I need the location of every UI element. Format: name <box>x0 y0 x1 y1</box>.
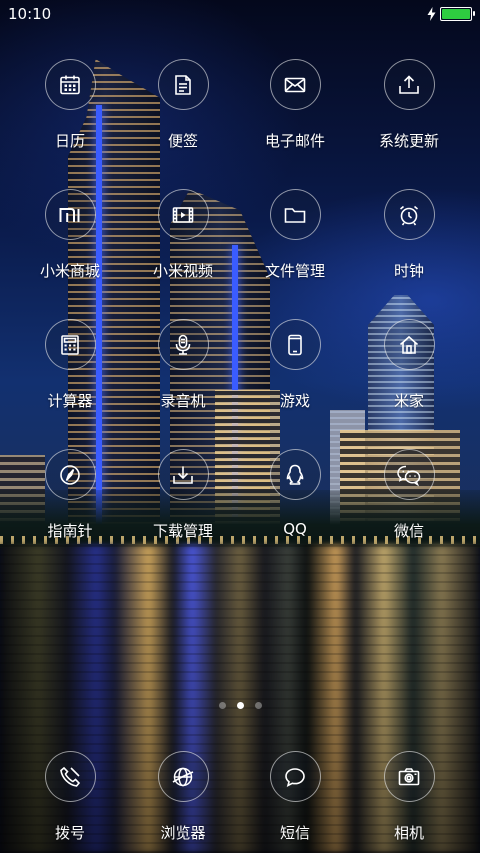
app-label: 时钟 <box>393 262 424 280</box>
app-label: 小米商城 <box>39 262 100 280</box>
app-wechat[interactable]: 微信 <box>354 449 464 553</box>
battery-icon <box>440 7 475 21</box>
app-label: 下载管理 <box>152 522 213 540</box>
app-label: 电子邮件 <box>264 132 325 150</box>
app-games[interactable]: 游戏 <box>240 319 350 423</box>
app-label: 便签 <box>167 132 198 150</box>
message-icon <box>269 751 321 802</box>
app-mi-home[interactable]: 米家 <box>354 319 464 423</box>
app-label: QQ <box>283 520 307 538</box>
wechat-icon <box>383 449 435 500</box>
app-system-update[interactable]: 系统更新 <box>354 59 464 163</box>
status-indicators <box>427 7 475 21</box>
app-download-manager[interactable]: 下载管理 <box>128 449 238 553</box>
home-icon <box>383 319 435 370</box>
page-dot <box>254 702 262 709</box>
page-dot-current <box>236 702 244 709</box>
microphone-icon <box>157 319 209 370</box>
app-label: 计算器 <box>47 392 93 410</box>
app-label: 文件管理 <box>264 262 325 280</box>
page-indicator <box>0 702 480 709</box>
qq-penguin-icon <box>269 449 321 500</box>
dock-camera[interactable]: 相机 <box>354 751 464 853</box>
app-label: 米家 <box>393 392 424 410</box>
mi-store-icon <box>44 189 96 240</box>
app-file-manager[interactable]: 文件管理 <box>240 189 350 293</box>
status-time: 10:10 <box>8 5 52 23</box>
game-phone-icon <box>269 319 321 370</box>
charging-bolt-icon <box>427 7 436 21</box>
app-label: 指南针 <box>47 522 93 540</box>
app-mi-video[interactable]: 小米视频 <box>128 189 238 293</box>
system-update-icon <box>383 59 435 110</box>
app-email[interactable]: 电子邮件 <box>240 59 350 163</box>
app-calculator[interactable]: 计算器 <box>15 319 125 423</box>
app-label: 游戏 <box>279 392 310 410</box>
calculator-icon <box>44 319 96 370</box>
app-label: 小米视频 <box>152 262 213 280</box>
calendar-icon <box>44 59 96 110</box>
phone-icon <box>44 751 96 802</box>
notes-icon <box>157 59 209 110</box>
download-icon <box>157 449 209 500</box>
app-notes[interactable]: 便签 <box>128 59 238 163</box>
app-label: 拨号 <box>54 824 85 842</box>
app-label: 系统更新 <box>378 132 439 150</box>
alarm-clock-icon <box>383 189 435 240</box>
app-mi-store[interactable]: 小米商城 <box>15 189 125 293</box>
app-label: 短信 <box>279 824 310 842</box>
camera-icon <box>383 751 435 802</box>
browser-globe-icon <box>157 751 209 802</box>
app-label: 录音机 <box>160 392 206 410</box>
page-dot <box>218 702 226 709</box>
app-compass[interactable]: 指南针 <box>15 449 125 553</box>
app-label: 相机 <box>393 824 424 842</box>
app-label: 微信 <box>393 522 424 540</box>
dock-browser[interactable]: 浏览器 <box>128 751 238 853</box>
battery-fill <box>442 9 470 19</box>
folder-icon <box>269 189 321 240</box>
app-qq[interactable]: QQ <box>240 449 350 553</box>
status-bar: 10:10 <box>0 0 480 28</box>
dock-phone[interactable]: 拨号 <box>15 751 125 853</box>
app-calendar[interactable]: 日历 <box>15 59 125 163</box>
app-clock[interactable]: 时钟 <box>354 189 464 293</box>
compass-icon <box>44 449 96 500</box>
dock-messages[interactable]: 短信 <box>240 751 350 853</box>
video-icon <box>157 189 209 240</box>
email-icon <box>269 59 321 110</box>
app-label: 日历 <box>54 132 85 150</box>
app-recorder[interactable]: 录音机 <box>128 319 238 423</box>
app-label: 浏览器 <box>160 824 206 842</box>
